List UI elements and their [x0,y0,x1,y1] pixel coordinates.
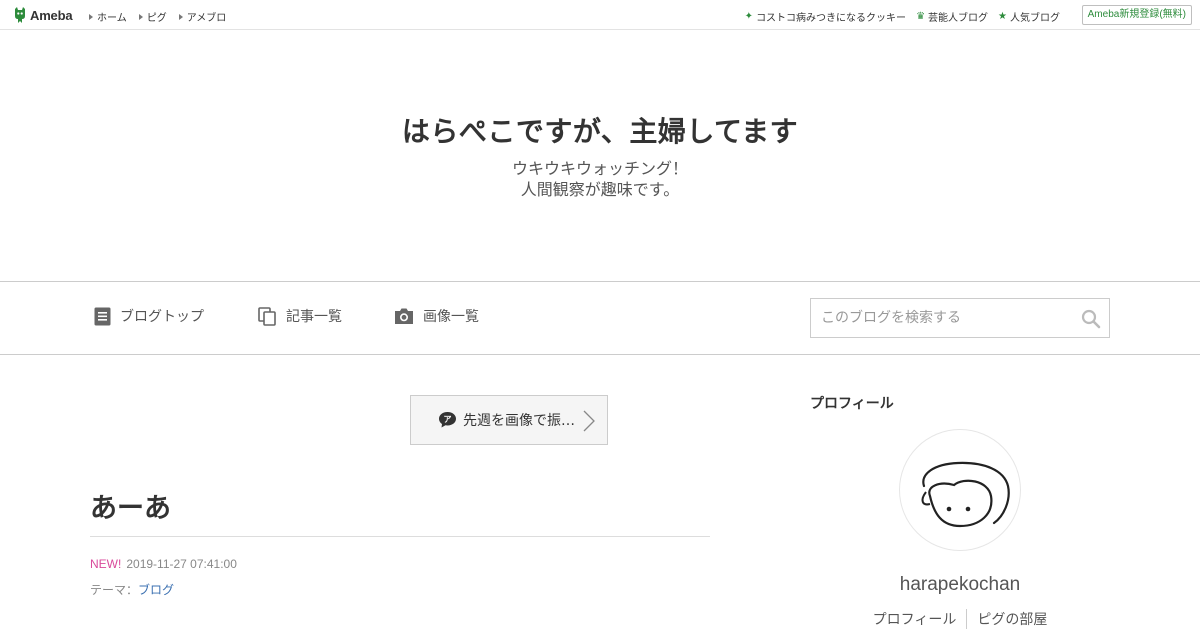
nav-home[interactable]: ホーム [89,9,127,24]
entry-title[interactable]: あーあ [90,486,171,525]
blog-description: ウキウキウォッチング！ 人間観察が趣味です。 [0,158,1200,200]
avatar[interactable] [900,430,1020,550]
sparkle-icon: ✦ [744,10,754,22]
nav-blog-top[interactable]: ブログトップ [94,306,204,326]
weekly-recap-button[interactable]: ア 先週を画像で振… [410,395,608,445]
document-icon [94,307,111,325]
ameba-logo[interactable]: Ameba [13,6,73,24]
caret-right-icon [89,13,93,20]
nav-home-label: ホーム [97,13,127,24]
global-header: Ameba ホーム ピグ アメブロ ✦ コストコ病みつきになるクッキー ♛ 芸能人ブ… [0,0,1200,30]
entry-meta: NEW! 2019-11-27 07:41:00 [90,557,237,571]
featured-link-label: 芸能人ブログ [928,13,989,24]
pigg-room-link[interactable]: ピグの部屋 [966,609,1057,629]
divider [90,536,710,537]
nav-ameblo[interactable]: アメブロ [178,9,227,24]
copy-icon [258,306,276,326]
nav-entry-list-label: 記事一覧 [286,309,342,325]
chevron-right-icon [583,410,595,432]
nav-pigg[interactable]: ピグ [138,9,167,24]
avatar-drawing [921,461,1010,528]
logo-text: Ameba [30,7,73,23]
nav-pigg-label: ピグ [146,13,167,24]
caret-right-icon [178,13,183,20]
nav-blog-top-label: ブログトップ [120,309,204,325]
profile-link[interactable]: プロフィール [863,609,967,629]
entry-theme: テーマ：ブログ [90,581,174,598]
blog-description-line: 人間観察が趣味です。 [520,180,680,199]
caret-right-icon [138,13,143,20]
profile-username[interactable]: harapekochan [810,574,1110,596]
featured-link-label: 人気ブログ [1010,13,1060,24]
nav-image-list[interactable]: 画像一覧 [394,306,479,326]
featured-link-label: コストコ病みつきになるクッキー [756,13,907,24]
global-nav: ホーム ピグ アメブロ [89,9,226,24]
nav-image-list-label: 画像一覧 [423,309,479,325]
blog-description-line: ウキウキウォッチング！ [511,159,688,178]
profile-heading: プロフィール [810,396,894,412]
featured-link-popular[interactable]: ★ 人気ブログ [998,9,1060,24]
entry-theme-link[interactable]: ブログ [138,583,174,597]
crown-icon: ♛ [916,10,926,22]
blog-nav: ブログトップ 記事一覧 画像一覧 [0,281,1200,355]
search-icon[interactable] [1081,309,1101,329]
featured-links: ✦ コストコ病みつきになるクッキー ♛ 芸能人ブログ ★ 人気ブログ [745,9,1060,24]
blog-search [810,298,1110,338]
nav-ameblo-label: アメブロ [186,13,227,24]
weekly-recap-label: 先週を画像で振… [463,413,575,429]
entry-datetime: 2019-11-27 07:41:00 [126,557,237,571]
featured-link-cookie[interactable]: ✦ コストコ病みつきになるクッキー [745,9,906,24]
star-icon: ★ [998,10,1007,22]
entry-theme-prefix: テーマ： [90,583,139,597]
ameba-logo-icon [15,6,25,23]
speech-bubble-icon: ア [439,412,456,428]
new-badge: NEW! [90,557,122,571]
camera-icon [395,308,413,324]
profile-links: プロフィール ピグの部屋 [810,609,1110,629]
nav-entry-list[interactable]: 記事一覧 [258,306,342,326]
svg-text:ア: ア [444,415,452,424]
featured-link-celebrity[interactable]: ♛ 芸能人ブログ [916,9,988,24]
blog-title[interactable]: はらぺこですが、主婦してます [0,110,1200,150]
signup-button[interactable]: Ameba新規登録(無料) [1081,5,1192,25]
search-input[interactable] [811,299,1071,337]
